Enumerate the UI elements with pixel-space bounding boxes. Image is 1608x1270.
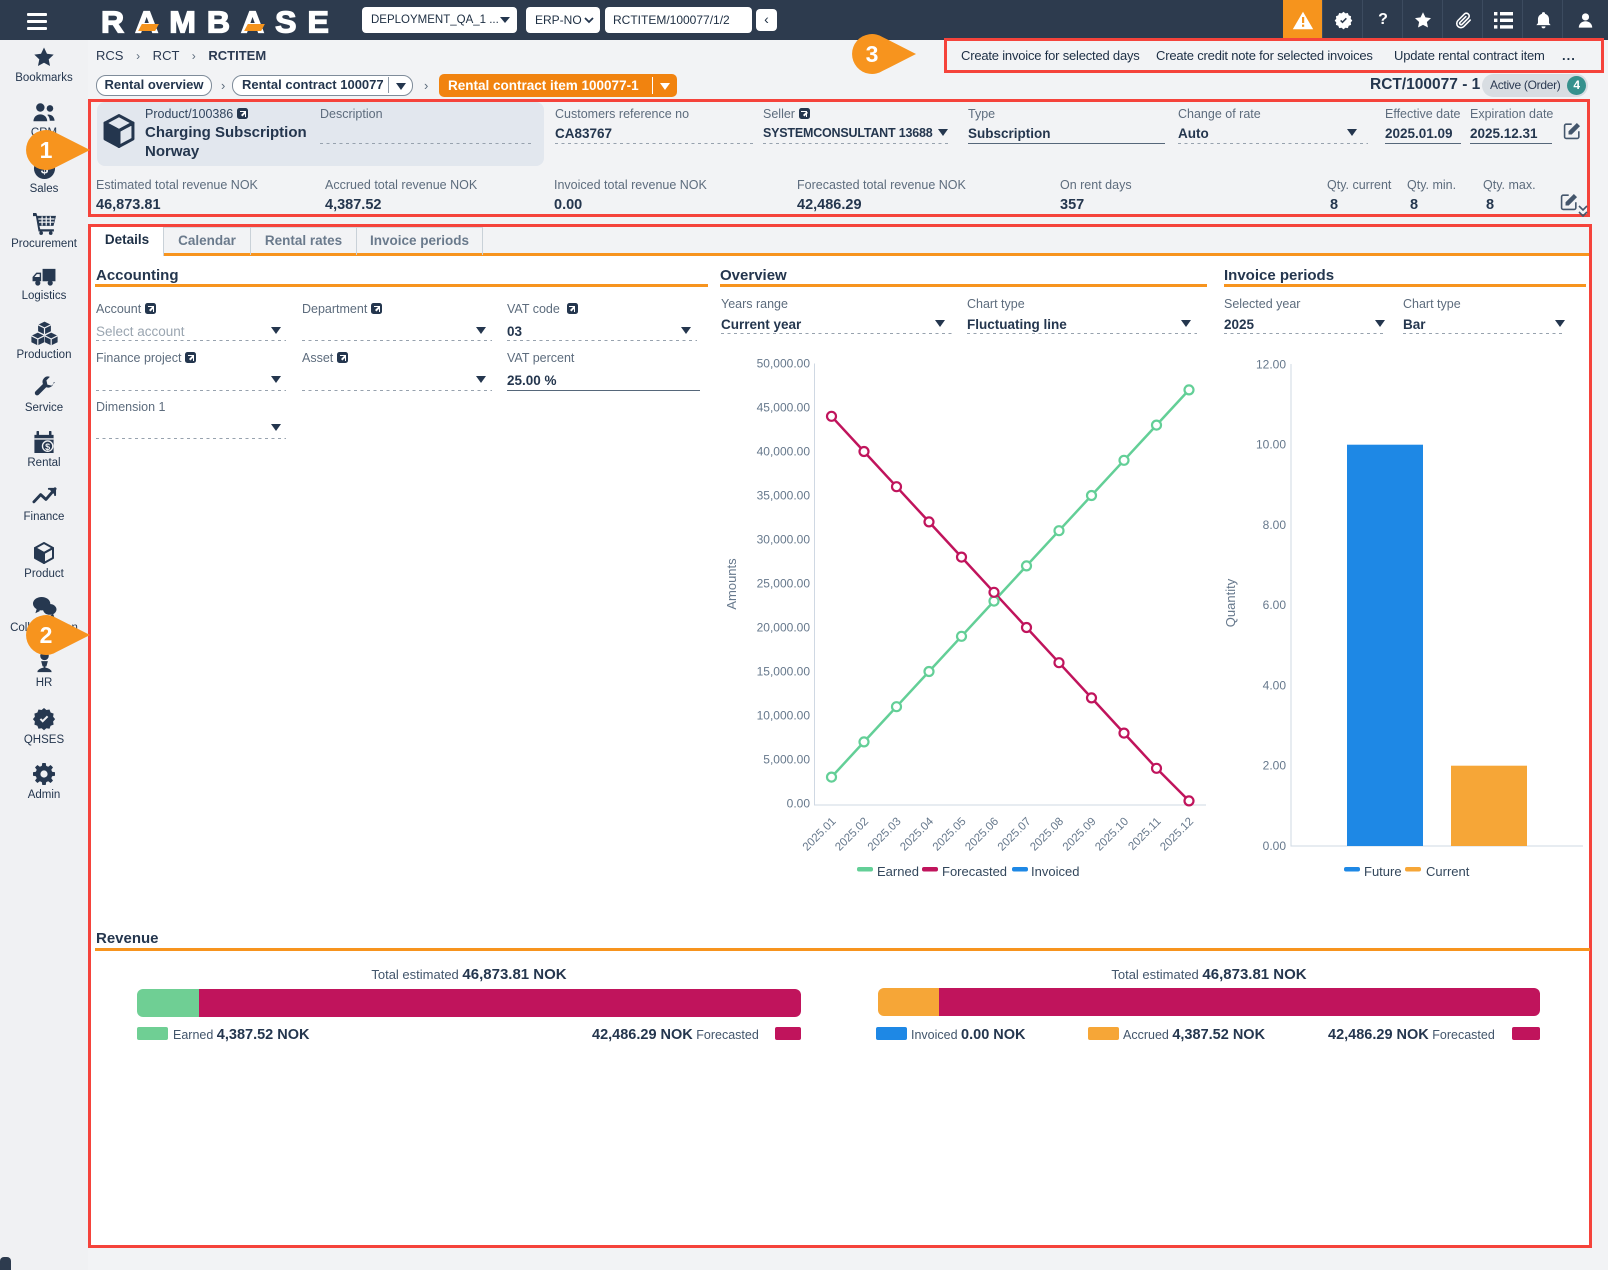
svg-text:0.00: 0.00	[1263, 839, 1287, 853]
svg-text:6.00: 6.00	[1263, 598, 1287, 612]
svg-text:10.00: 10.00	[1256, 438, 1286, 452]
svg-text:2025.04: 2025.04	[898, 815, 936, 853]
svg-text:Future: Future	[1364, 864, 1402, 879]
svg-text:Amounts: Amounts	[724, 558, 739, 610]
svg-text:Earned: Earned	[877, 864, 919, 879]
svg-text:35,000.00: 35,000.00	[757, 489, 811, 503]
svg-text:2.00: 2.00	[1263, 759, 1287, 773]
svg-text:2025.02: 2025.02	[833, 816, 871, 854]
svg-text:15,000.00: 15,000.00	[757, 665, 811, 679]
svg-text:2025.11: 2025.11	[1126, 816, 1163, 853]
svg-text:Quantity: Quantity	[1223, 578, 1238, 627]
svg-text:2025.03: 2025.03	[866, 816, 904, 854]
svg-text:Invoiced: Invoiced	[1031, 864, 1079, 879]
svg-text:10,000.00: 10,000.00	[757, 709, 811, 723]
svg-text:40,000.00: 40,000.00	[757, 445, 811, 459]
svg-text:2025.01: 2025.01	[801, 816, 839, 854]
svg-text:4.00: 4.00	[1263, 679, 1287, 693]
svg-text:5,000.00: 5,000.00	[763, 753, 810, 767]
svg-text:25,000.00: 25,000.00	[757, 577, 811, 591]
svg-text:2025.12: 2025.12	[1158, 816, 1196, 854]
svg-text:2025.05: 2025.05	[931, 816, 969, 854]
svg-text:2025.10: 2025.10	[1093, 816, 1131, 854]
svg-text:$: $	[45, 442, 50, 452]
svg-text:50,000.00: 50,000.00	[757, 357, 811, 371]
svg-text:12.00: 12.00	[1256, 357, 1286, 371]
svg-text:8.00: 8.00	[1263, 518, 1287, 532]
svg-text:3: 3	[866, 41, 879, 67]
svg-text:2025.09: 2025.09	[1061, 816, 1099, 854]
svg-text:45,000.00: 45,000.00	[757, 401, 811, 415]
svg-text:2025.08: 2025.08	[1028, 816, 1066, 854]
svg-text:Forecasted: Forecasted	[942, 864, 1007, 879]
svg-text:2: 2	[40, 622, 53, 648]
svg-text:Current: Current	[1426, 864, 1470, 879]
svg-text:2025.06: 2025.06	[963, 816, 1001, 854]
svg-text:30,000.00: 30,000.00	[757, 533, 811, 547]
svg-text:20,000.00: 20,000.00	[757, 621, 811, 635]
svg-text:0.00: 0.00	[787, 797, 811, 811]
svg-text:1: 1	[40, 137, 53, 163]
svg-text:2025.07: 2025.07	[996, 816, 1034, 854]
